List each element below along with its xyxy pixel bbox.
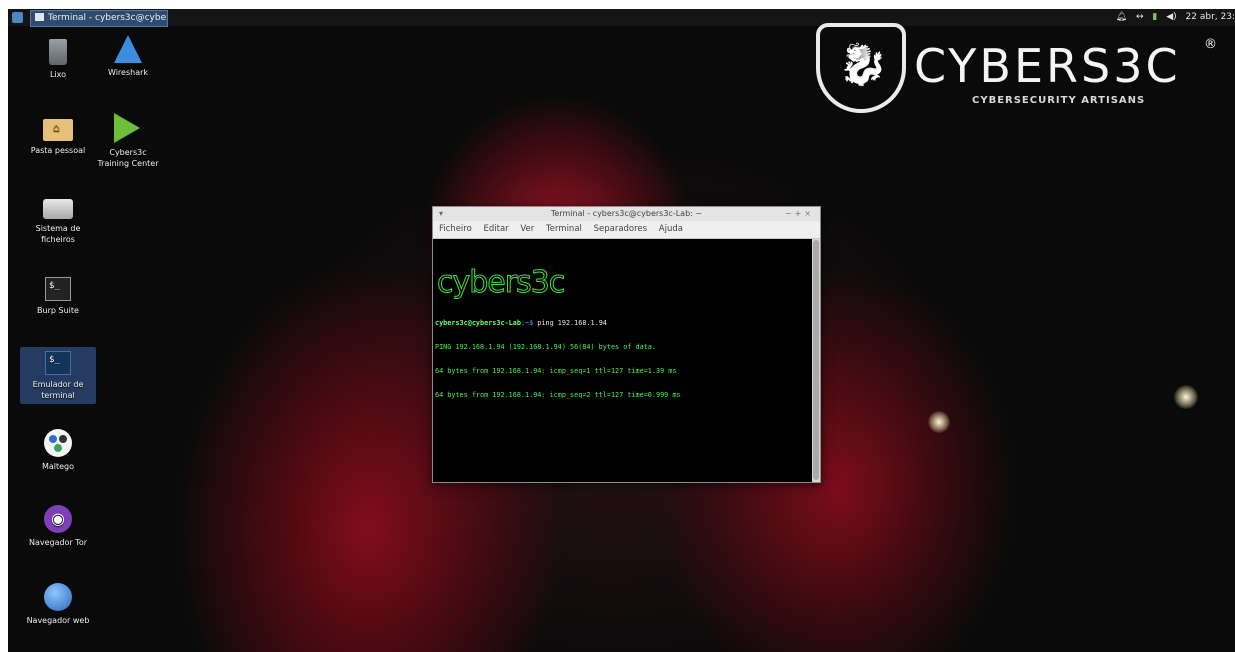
desktop-icon-navegador-tor[interactable]: ◉ Navegador Tor [20,505,96,548]
volume-icon[interactable]: ◀︎) [1166,12,1176,22]
desktop-icon-label: Sistema de ficheiros [35,224,81,244]
taskbar-task-label: Terminal - cybers3c@cybers... [48,13,167,23]
desktop-icon-navegador-web[interactable]: Navegador web [20,583,96,626]
globe-icon [44,583,72,611]
desktop-icon-wireshark[interactable]: Wireshark [90,35,166,78]
desktop-icon-label: Pasta pessoal [30,146,86,155]
desktop-icon-emulador-terminal[interactable]: $_ Emulador de terminal [20,347,96,404]
desktop-icon-label: Emulador de terminal [32,380,84,400]
desktop-icon-label: Maltego [41,462,75,471]
battery-icon[interactable]: ▮ [1152,12,1157,22]
menu-ver[interactable]: Ver [520,224,534,234]
window-controls: −+× [785,207,814,221]
output-line: 64 bytes from 192.168.1.94: icmp_seq=2 t… [435,391,681,399]
network-icon[interactable]: ↔ [1136,12,1144,22]
maximize-icon[interactable]: + [795,209,805,218]
logo-name: CYBERS3C [914,39,1181,93]
logo-registered-mark: ® [1204,37,1217,52]
desktop-icon-maltego[interactable]: Maltego [20,429,96,472]
terminal-title: Terminal - cybers3c@cybers3c-Lab: ~ [550,209,703,218]
taskbar-terminal-button[interactable]: Terminal - cybers3c@cybers... [30,10,168,27]
cybers3c-logo: CYBERS3C ® CYBERSECURITY ARTISANS [816,23,1226,123]
desktop-icon-label: Lixo [49,70,67,79]
desktop-icon-lixo[interactable]: Lixo [20,35,96,80]
prompt-path: :~$ [520,319,534,327]
menu-separadores[interactable]: Separadores [594,224,648,234]
desktop-icon-sistema-ficheiros[interactable]: Sistema de ficheiros [20,191,96,245]
close-icon[interactable]: × [804,209,814,218]
window-menu-icon[interactable]: ▾ [439,207,443,221]
prompt-user: cybers3c@cybers3c-Lab [435,319,521,327]
terminal-titlebar[interactable]: ▾ Terminal - cybers3c@cybers3c-Lab: ~ −+… [433,207,820,221]
terminal-window[interactable]: ▾ Terminal - cybers3c@cybers3c-Lab: ~ −+… [432,206,821,483]
scrollbar-thumb[interactable] [813,240,819,480]
desktop: Terminal - cybers3c@cybers... 🔔︎ ↔ ▮ ◀︎)… [8,9,1235,652]
wireshark-icon [114,35,142,63]
desktop-icon-pasta-pessoal[interactable]: Pasta pessoal [20,113,96,156]
prompt-line: cybers3c@cybers3c-Lab:~$ ping 192.168.1.… [435,319,809,327]
menu-terminal[interactable]: Terminal [546,224,582,234]
trash-icon [49,39,67,65]
ascii-banner: cybers3c [437,265,566,301]
clock[interactable]: 22 abr, 23: [1186,12,1235,22]
prompt-command: ping 192.168.1.94 [533,319,607,327]
output-line: 64 bytes from 192.168.1.94: icmp_seq=1 t… [435,367,677,375]
desktop-icon-label: Burp Suite [37,306,79,315]
desktop-icon-training-center[interactable]: Cybers3c Training Center [90,113,166,169]
terminal-output[interactable]: cybers3c cybers3c@cybers3c-Lab:~$ ping 1… [433,239,811,482]
logo-tagline: CYBERSECURITY ARTISANS [972,95,1146,106]
dragon-shield-icon [816,23,906,113]
output-line: PING 192.168.1.94 (192.168.1.94) 56(84) … [435,343,656,351]
home-folder-icon [43,119,73,141]
wallpaper-light-spot [928,411,950,433]
drive-icon [43,199,73,219]
menu-editar[interactable]: Editar [484,224,509,234]
desktop-icon-label: Navegador Tor [28,538,88,547]
desktop-icon-label: Wireshark [107,68,149,77]
menu-ajuda[interactable]: Ajuda [659,224,683,234]
burp-terminal-icon: $_ [45,277,71,301]
menu-ficheiro[interactable]: Ficheiro [439,224,472,234]
terminal-icon: $_ [45,351,71,375]
training-center-icon [114,113,140,143]
desktop-icon-label: Navegador web [26,616,90,625]
tor-icon: ◉ [44,505,72,533]
terminal-menubar: Ficheiro Editar Ver Terminal Separadores… [433,221,820,239]
terminal-scrollbar[interactable] [812,239,820,482]
desktop-icon-burp-suite[interactable]: $_ Burp Suite [20,273,96,316]
desktop-icon-label: Cybers3c Training Center [97,148,159,168]
maltego-icon [44,429,72,457]
minimize-icon[interactable]: − [785,209,795,218]
terminal-small-icon [35,13,44,21]
bell-icon[interactable]: 🔔︎ [1116,12,1127,22]
app-menu-icon[interactable] [12,12,23,23]
wallpaper-light-spot [1174,385,1198,409]
